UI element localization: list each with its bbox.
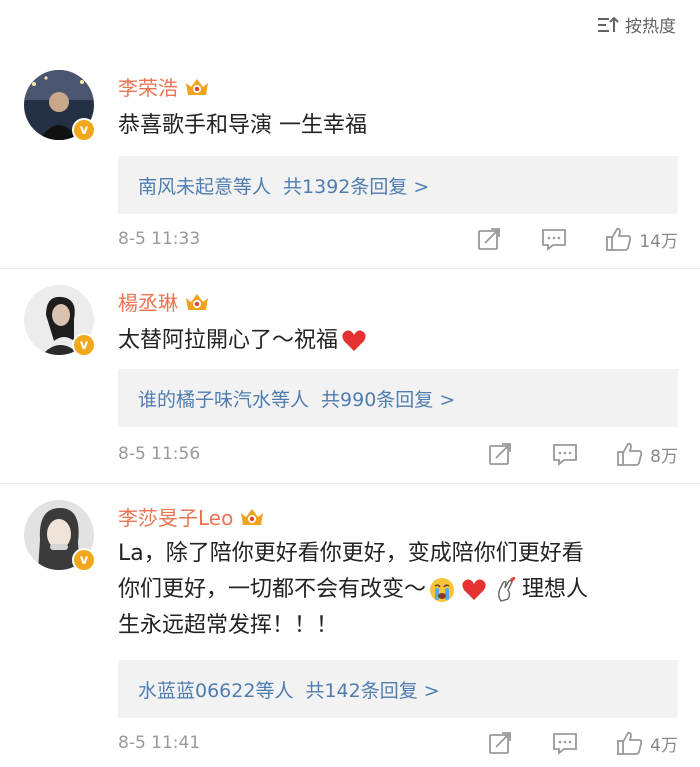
forward-icon [478, 228, 501, 250]
reply-count: 共142条回复 > [305, 679, 440, 702]
like-count: 4万 [650, 735, 678, 756]
reply-button[interactable] [541, 227, 567, 251]
username[interactable]: 楊丞琳 [118, 287, 178, 316]
crying-face-icon [429, 577, 455, 603]
comment-time: 8-5 11:41 [118, 733, 201, 753]
comment-list: 按热度 v 李荣浩 恭喜歌手和导演 一生幸福 南风未起意等人 共1392条回复 … [0, 0, 700, 767]
username[interactable]: 李莎旻子Leo [118, 502, 233, 531]
avatar[interactable]: v [24, 70, 96, 142]
comment-bubble-icon [553, 733, 578, 755]
red-heart-icon [341, 328, 367, 354]
vip-crown-icon [184, 292, 210, 312]
reply-summary-link[interactable]: 南风未起意等人 共1392条回复 > [118, 156, 678, 214]
comment-time: 8-5 11:56 [118, 444, 201, 464]
like-count: 14万 [639, 231, 678, 252]
reply-summary-link[interactable]: 谁的橘子味汽水等人 共990条回复 > [118, 369, 678, 427]
forward-icon [489, 732, 512, 754]
reply-summary-link[interactable]: 水蓝蓝06622等人 共142条回复 > [118, 660, 678, 718]
forward-button[interactable] [488, 442, 514, 466]
username[interactable]: 李荣浩 [118, 72, 178, 101]
vip-crown-icon [239, 507, 265, 527]
reply-button[interactable] [552, 731, 578, 755]
like-button[interactable]: 8万 [616, 441, 678, 467]
reply-users: 南风未起意等人 [138, 175, 272, 198]
verified-badge-icon: v [72, 118, 96, 142]
red-heart-icon [461, 577, 487, 603]
verified-badge-icon: v [72, 548, 96, 572]
sort-label: 按热度 [625, 17, 676, 37]
reply-count: 共990条回复 > [321, 388, 456, 411]
like-button[interactable]: 4万 [616, 730, 678, 756]
comment-text: 恭喜歌手和导演 一生幸福 [118, 113, 367, 138]
like-button[interactable]: 14万 [605, 226, 678, 252]
comment-text: 太替阿拉開心了～祝福 [118, 323, 678, 359]
sort-lines-icon [597, 15, 619, 35]
thumbs-up-icon [606, 227, 632, 251]
reply-users: 水蓝蓝06622等人 [138, 679, 294, 702]
reply-button[interactable] [552, 442, 578, 466]
avatar[interactable]: v [24, 500, 96, 572]
avatar[interactable]: v [24, 285, 96, 357]
sort-by-hot-button[interactable]: 按热度 [597, 12, 676, 37]
finger-heart-icon [493, 577, 519, 603]
divider [0, 483, 700, 484]
comment-bubble-icon [542, 229, 567, 251]
comment-bubble-icon [553, 444, 578, 466]
thumbs-up-icon [617, 442, 643, 466]
divider [0, 268, 700, 269]
forward-icon [489, 443, 512, 465]
thumbs-up-icon [617, 731, 643, 755]
comment-text: La，除了陪你更好看你更好，变成陪你们更好看 你们更好，一切都不会有改变～ 理想人… [118, 541, 589, 638]
forward-button[interactable] [477, 227, 503, 251]
vip-crown-icon [184, 77, 210, 97]
like-count: 8万 [650, 446, 678, 467]
reply-count: 共1392条回复 > [283, 175, 430, 198]
reply-users: 谁的橘子味汽水等人 [138, 388, 310, 411]
verified-badge-icon: v [72, 333, 96, 357]
forward-button[interactable] [488, 731, 514, 755]
comment-time: 8-5 11:33 [118, 229, 201, 249]
